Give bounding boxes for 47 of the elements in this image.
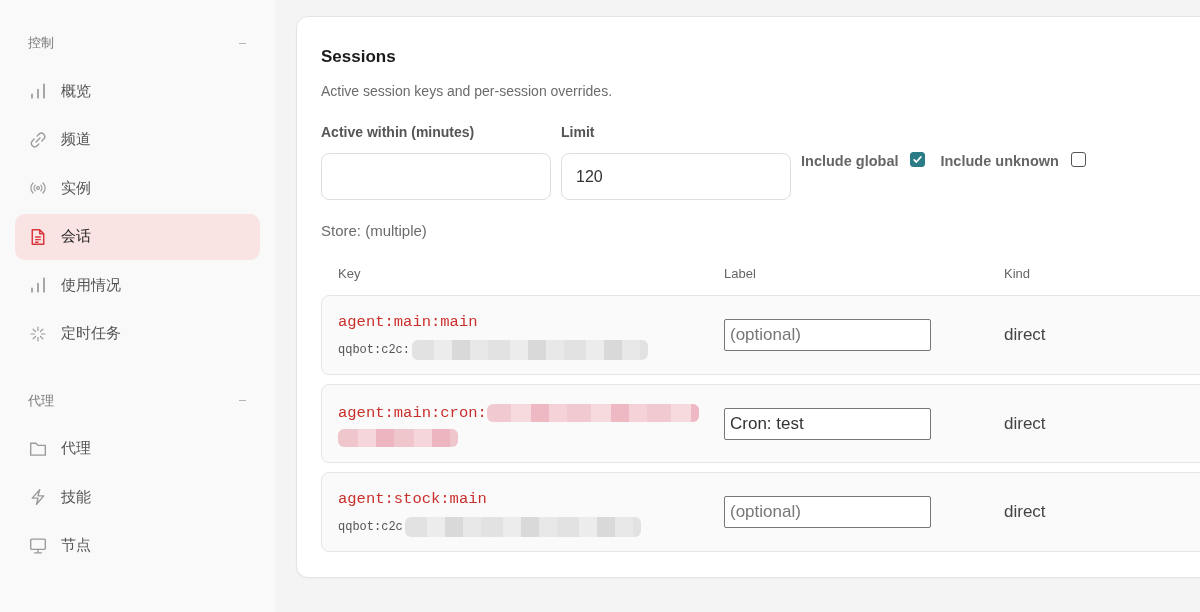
checkmark-icon [912, 153, 924, 165]
label-input[interactable]: (optional) [724, 319, 931, 351]
field-label: Active within (minutes) [321, 123, 476, 142]
sidebar-item[interactable]: 实例 [15, 165, 260, 211]
session-key: agent:stock:main [338, 487, 487, 511]
card-subtitle: Active session keys and per-session overrides. [321, 82, 614, 101]
sidebar-item[interactable]: 会话 [15, 213, 260, 260]
checkbox-label: Include global [801, 152, 899, 171]
sidebar-item[interactable]: 定时任务 [15, 310, 260, 357]
checkbox[interactable] [1070, 151, 1086, 167]
sidebar-item[interactable]: 节点 [15, 522, 260, 569]
broadcast-icon [30, 180, 46, 196]
session-origin: qqbot:c2c: [338, 342, 410, 359]
input-field[interactable]: 120 [561, 153, 791, 200]
input-field[interactable] [321, 153, 551, 200]
session-key: agent:main:main [338, 310, 478, 334]
checkbox-label: Include unknown [940, 152, 1059, 171]
field-label: Limit [561, 123, 596, 142]
table-cell-text: direct [1004, 413, 1047, 434]
sidebar-item[interactable]: 频道 [15, 116, 260, 163]
bar-chart-icon [30, 277, 46, 293]
column-header: Kind [1004, 265, 1032, 283]
sidebar-item[interactable]: 概览 [15, 68, 260, 114]
column-header: Key [338, 265, 362, 283]
sidebar-item[interactable]: 使用情况 [15, 262, 260, 308]
section-heading: 代理 [28, 391, 54, 410]
column-header: Label [724, 265, 757, 283]
link-icon [30, 131, 46, 148]
folder-icon [30, 440, 46, 457]
session-key: agent:main:cron: [338, 400, 487, 425]
session-origin: qqbot:c2c [338, 519, 403, 536]
sidebar-item[interactable]: 技能 [15, 474, 260, 520]
collapse-icon[interactable] [239, 397, 246, 404]
label-input[interactable]: (optional) [724, 496, 931, 528]
sidebar-item[interactable]: 代理 [15, 425, 260, 472]
spinner-icon [30, 325, 46, 342]
label-input[interactable]: Cron: test [724, 407, 931, 440]
lightning-icon [30, 489, 46, 505]
monitor-icon [30, 537, 46, 554]
table-cell-text: direct [1004, 502, 1047, 522]
table-cell-text: direct [1004, 325, 1047, 345]
section-heading: 控制 [28, 34, 54, 52]
bar-chart-icon [30, 83, 46, 99]
document-icon [30, 228, 46, 245]
card-title: Sessions [321, 46, 397, 68]
checkbox[interactable] [910, 151, 926, 167]
store-text: Store: (multiple) [321, 221, 428, 241]
